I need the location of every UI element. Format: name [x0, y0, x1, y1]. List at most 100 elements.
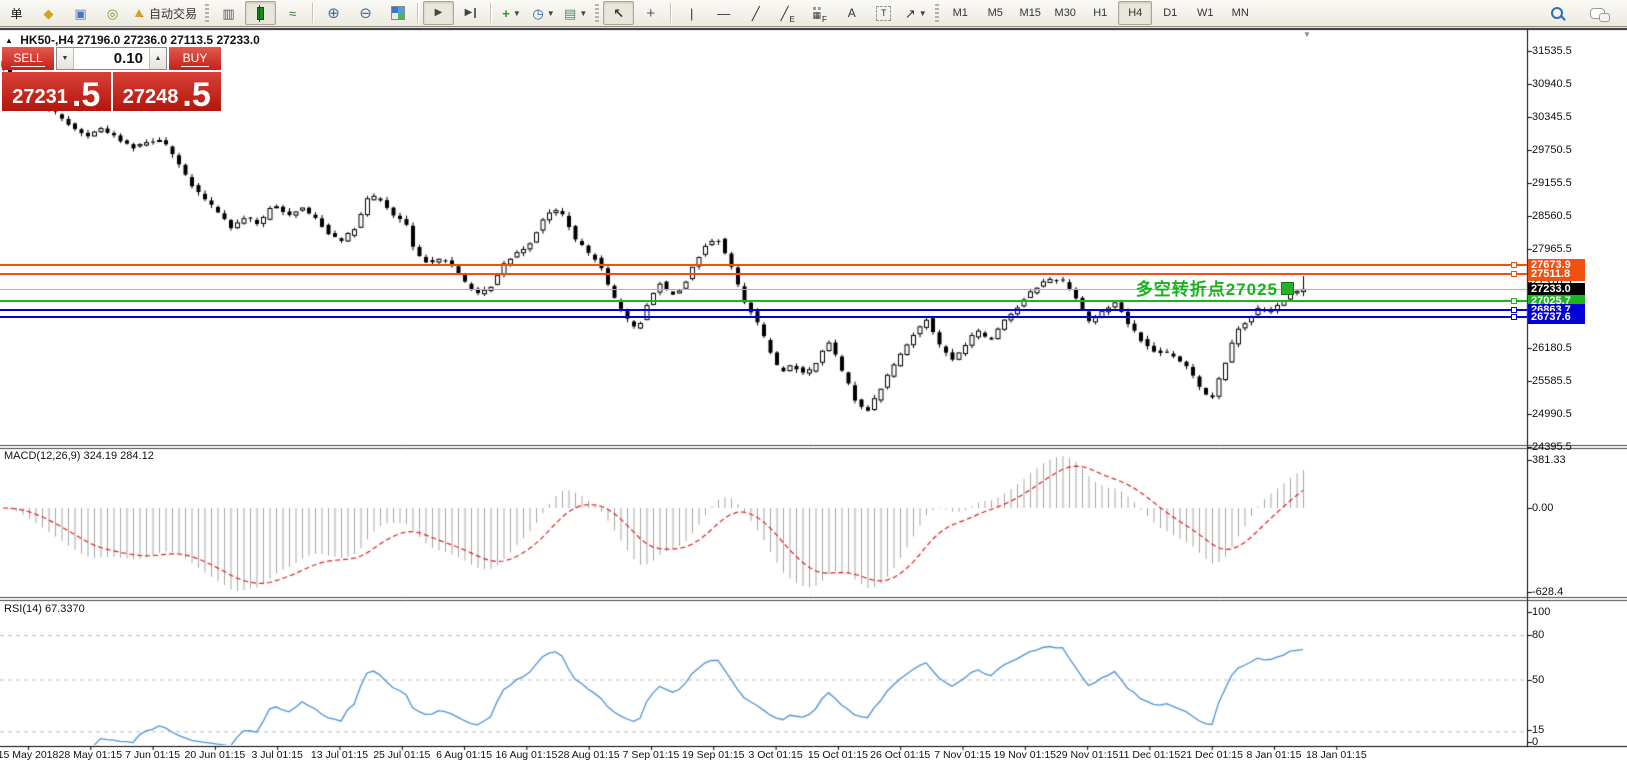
signal-service-icon[interactable]: ◎: [97, 1, 128, 25]
macd-indicator-label: MACD(12,26,9) 324.19 284.12: [4, 450, 154, 462]
trendline-icon: ╱: [752, 7, 760, 20]
candlestick-chart-button[interactable]: [245, 1, 276, 25]
search-icon: [1551, 7, 1563, 19]
green-entry-marker[interactable]: [1281, 282, 1294, 295]
candlestick-icon: [257, 7, 264, 20]
gold-ingot-icon[interactable]: ◆: [33, 1, 64, 25]
timeframe-M1[interactable]: M1: [943, 1, 977, 25]
one-click-trading-panel: SELL ▼ ▲ BUY 27231 .5 27248 .5: [2, 47, 221, 111]
text-label-tool[interactable]: T: [868, 1, 899, 25]
search-button[interactable]: [1541, 1, 1572, 25]
bar-chart-icon: ▥: [222, 7, 234, 20]
main-toolbar: 单 ◆ ▣ ◎ 自动交易 ▥ ≈ ⊕ ⊖ ▶ ▶ +▼ ◷▼ ▤▼ ↖ + | …: [0, 0, 1627, 27]
toolbar-grip[interactable]: [205, 4, 209, 22]
cursor-icon: ↖: [613, 7, 624, 20]
autotrade-stop-dot: [142, 13, 148, 19]
chart-shift-button[interactable]: ▶: [455, 1, 486, 25]
rsi-indicator-label: RSI(14) 67.3370: [4, 603, 85, 615]
period-clock-button[interactable]: ◷▼: [528, 1, 559, 25]
toolbar-separator: [417, 3, 419, 23]
timeframe-M30[interactable]: M30: [1048, 1, 1082, 25]
timeframe-M5[interactable]: M5: [978, 1, 1012, 25]
zoom-in-button[interactable]: ⊕: [318, 1, 349, 25]
volume-input[interactable]: [74, 48, 149, 69]
timeframe-group: M1M5M15M30H1H4D1W1MN: [943, 1, 1257, 25]
pivot-annotation-text[interactable]: 多空转折点27025: [1136, 275, 1278, 300]
scroll-to-end-marker[interactable]: ▼: [1303, 30, 1311, 39]
tile-windows-icon: [391, 6, 405, 20]
buy-label: BUY: [181, 51, 210, 67]
volume-decrease-button[interactable]: ▼: [57, 48, 74, 69]
channel-icon: ╱: [781, 7, 789, 20]
line-chart-button[interactable]: ≈: [277, 1, 308, 25]
timeframe-D1[interactable]: D1: [1153, 1, 1187, 25]
timeframe-H1[interactable]: H1: [1083, 1, 1117, 25]
new-chart-icon: +: [502, 7, 510, 20]
chart-ohlc-header: ▲ HK50-,H4 27196.0 27236.0 27113.5 27233…: [5, 33, 260, 47]
timeframe-MN[interactable]: MN: [1223, 1, 1257, 25]
cursor-tool-button[interactable]: ↖: [603, 1, 634, 25]
buy-price-display[interactable]: 27248 .5: [113, 72, 222, 111]
crosshair-icon: +: [646, 6, 655, 21]
template-chart-icon: ▤: [564, 7, 576, 20]
arrows-icon: ↗: [905, 7, 916, 20]
auto-scroll-icon: ▶: [435, 8, 443, 18]
equidistant-channel-tool[interactable]: ╱E: [772, 1, 803, 25]
dropdown-arrow-icon: ▼: [919, 9, 927, 18]
new-chart-button[interactable]: +▼: [496, 1, 527, 25]
channel-e-subscript: E: [789, 15, 794, 24]
toolbar-grip[interactable]: [935, 4, 939, 22]
autotrade-button[interactable]: 自动交易: [129, 1, 201, 25]
timeframe-H4[interactable]: H4: [1118, 1, 1152, 25]
toolbar-grip[interactable]: [595, 4, 599, 22]
line-chart-icon: ≈: [289, 7, 296, 20]
remote-desktop-icon[interactable]: ▣: [65, 1, 96, 25]
vertical-line-icon: |: [690, 7, 693, 20]
sell-button[interactable]: SELL: [2, 47, 54, 70]
horizontal-line-tool[interactable]: —: [708, 1, 739, 25]
zoom-out-icon: ⊖: [359, 6, 372, 21]
buy-button[interactable]: BUY: [169, 47, 221, 70]
new-order-button[interactable]: 单: [1, 1, 32, 25]
volume-stepper: ▼ ▲: [56, 47, 167, 70]
text-label-icon: T: [876, 6, 891, 21]
zoom-out-button[interactable]: ⊖: [350, 1, 381, 25]
crosshair-tool-button[interactable]: +: [635, 1, 666, 25]
tile-windows-button[interactable]: [382, 1, 413, 25]
buy-price-frac: .5: [182, 82, 210, 109]
timeframe-M15[interactable]: M15: [1013, 1, 1047, 25]
fibonacci-icon: ▦: [813, 7, 822, 20]
chart-shift-icon: ▶: [465, 8, 477, 18]
bar-chart-button[interactable]: ▥: [213, 1, 244, 25]
dropdown-arrow-icon: ▼: [547, 9, 555, 18]
toolbar-separator: [312, 3, 314, 23]
templates-button[interactable]: ▤▼: [560, 1, 591, 25]
signal-glyph: ◎: [107, 7, 118, 20]
text-tool[interactable]: A: [836, 1, 867, 25]
arrows-tool[interactable]: ↗▼: [900, 1, 931, 25]
clock-icon: ◷: [532, 7, 543, 20]
vertical-line-tool[interactable]: |: [676, 1, 707, 25]
chat-icon: [1590, 8, 1605, 19]
sell-label: SELL: [11, 51, 44, 67]
chart-canvas[interactable]: [0, 0, 1627, 767]
collapse-triangle-icon[interactable]: ▲: [5, 36, 13, 45]
volume-increase-button[interactable]: ▲: [149, 48, 166, 69]
remote-desktop-glyph: ▣: [74, 7, 86, 20]
zoom-in-icon: ⊕: [327, 6, 340, 21]
sell-price-display[interactable]: 27231 .5: [2, 72, 111, 111]
text-icon: A: [848, 7, 856, 19]
gold-ingot-glyph: ◆: [44, 7, 54, 20]
toolbar-separator: [490, 3, 492, 23]
autotrade-hat-icon: [133, 9, 145, 17]
ohlc-values: 27196.0 27236.0 27113.5 27233.0: [77, 33, 260, 47]
trendline-tool[interactable]: ╱: [740, 1, 771, 25]
symbol-period-label: HK50-,H4: [20, 33, 73, 47]
auto-scroll-button[interactable]: ▶: [423, 1, 454, 25]
chat-button[interactable]: [1582, 1, 1613, 25]
timeframe-W1[interactable]: W1: [1188, 1, 1222, 25]
dropdown-arrow-icon: ▼: [513, 9, 521, 18]
fibonacci-tool[interactable]: ▦F: [804, 1, 835, 25]
autotrade-label: 自动交易: [149, 5, 197, 22]
buy-price-int: 27248: [123, 87, 179, 107]
